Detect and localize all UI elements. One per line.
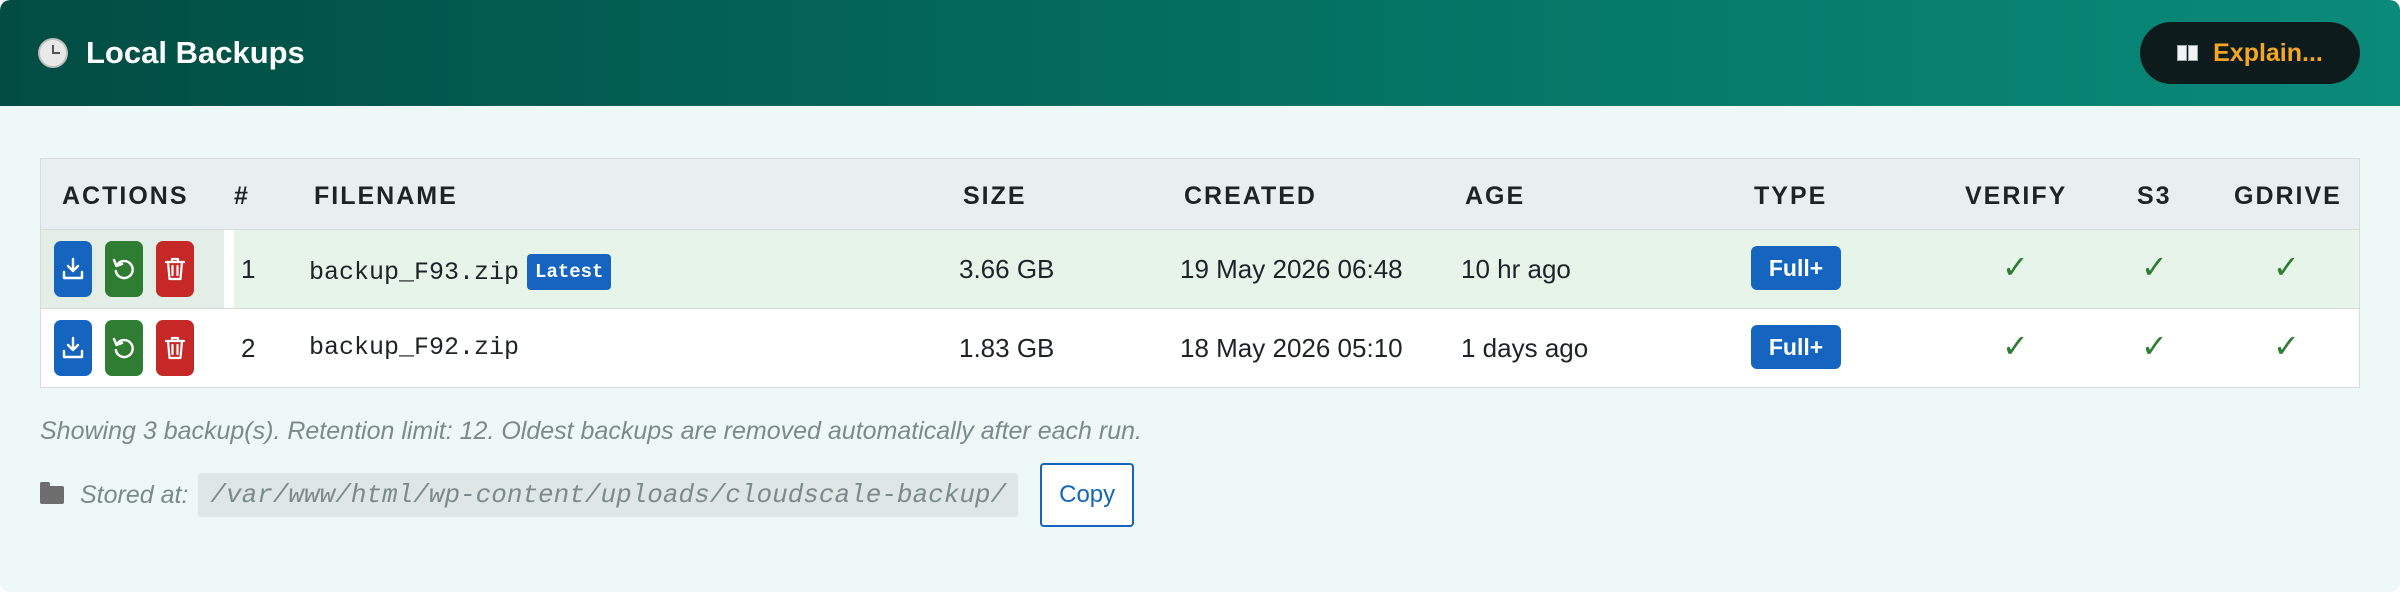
- delete-button[interactable]: [156, 241, 194, 297]
- col-age: AGE: [1465, 182, 1526, 210]
- download-button[interactable]: [54, 241, 92, 297]
- delete-button[interactable]: [156, 320, 194, 376]
- verify-check-icon: ✓: [2002, 248, 2029, 286]
- panel-title: Local Backups: [86, 35, 305, 70]
- backups-table: ACTIONS # FILENAME SIZE CREATED AGE TYPE…: [40, 158, 2360, 388]
- panel-header: Local Backups Explain...: [0, 0, 2400, 106]
- type-badge: Full+: [1751, 325, 1841, 369]
- col-type: TYPE: [1754, 182, 1828, 210]
- download-icon: [62, 257, 84, 280]
- filename: backup_F93.zip: [309, 258, 520, 287]
- stored-at-label: Stored at:: [80, 480, 189, 509]
- s3-check-icon: ✓: [2141, 327, 2168, 365]
- explain-button[interactable]: Explain...: [2140, 22, 2360, 84]
- created-cell: 19 May 2026 06:48: [1180, 254, 1403, 284]
- col-size: SIZE: [963, 182, 1027, 210]
- download-button[interactable]: [54, 320, 92, 376]
- verify-check-icon: ✓: [2002, 327, 2029, 365]
- created-cell: 18 May 2026 05:10: [1180, 333, 1403, 363]
- table-row: 2 backup_F92.zip 1.83 GB 18 May 2026 05:…: [41, 309, 2359, 387]
- age-cell: 10 hr ago: [1461, 254, 1571, 284]
- table-header: ACTIONS # FILENAME SIZE CREATED AGE TYPE…: [41, 159, 2359, 230]
- clock-icon: [38, 38, 68, 68]
- row-number: 2: [241, 333, 256, 363]
- storage-path: /var/www/html/wp-content/uploads/cloudsc…: [198, 473, 1019, 517]
- filename: backup_F92.zip: [309, 333, 520, 362]
- restore-button[interactable]: [105, 320, 143, 376]
- restore-icon: [112, 258, 134, 280]
- col-actions: ACTIONS: [62, 182, 189, 210]
- col-number: #: [234, 182, 250, 210]
- col-filename: FILENAME: [314, 182, 458, 210]
- row-number: 1: [241, 254, 256, 284]
- latest-badge: Latest: [527, 254, 612, 290]
- col-gdrive: GDRIVE: [2234, 182, 2342, 210]
- restore-icon: [112, 337, 134, 359]
- actions-cell: [41, 309, 224, 387]
- explain-label: Explain...: [2213, 38, 2323, 67]
- col-s3: S3: [2137, 182, 2172, 210]
- retention-info: Showing 3 backup(s). Retention limit: 12…: [40, 417, 1142, 445]
- size-cell: 1.83 GB: [959, 333, 1055, 363]
- gdrive-check-icon: ✓: [2273, 248, 2300, 286]
- filename-cell: backup_F93.zip Latest: [309, 254, 612, 290]
- trash-icon: [164, 336, 186, 360]
- copy-button[interactable]: Copy: [1040, 463, 1135, 527]
- actions-cell: [41, 230, 224, 308]
- folder-icon: [40, 482, 64, 504]
- book-icon: [2177, 45, 2199, 61]
- trash-icon: [164, 257, 186, 281]
- col-created: CREATED: [1184, 182, 1317, 210]
- gdrive-check-icon: ✓: [2273, 327, 2300, 365]
- size-cell: 3.66 GB: [959, 254, 1055, 284]
- table-row: 1 backup_F93.zip Latest 3.66 GB 19 May 20…: [41, 230, 2359, 309]
- s3-check-icon: ✓: [2141, 248, 2168, 286]
- age-cell: 1 days ago: [1461, 333, 1589, 363]
- local-backups-panel: Local Backups Explain... ACTIONS # FILEN…: [0, 0, 2400, 592]
- col-verify: VERIFY: [1965, 182, 2068, 210]
- cell-divider: [224, 230, 234, 308]
- download-icon: [62, 336, 84, 359]
- type-badge: Full+: [1751, 246, 1841, 290]
- restore-button[interactable]: [105, 241, 143, 297]
- storage-location: Stored at: /var/www/html/wp-content/uplo…: [40, 462, 1135, 528]
